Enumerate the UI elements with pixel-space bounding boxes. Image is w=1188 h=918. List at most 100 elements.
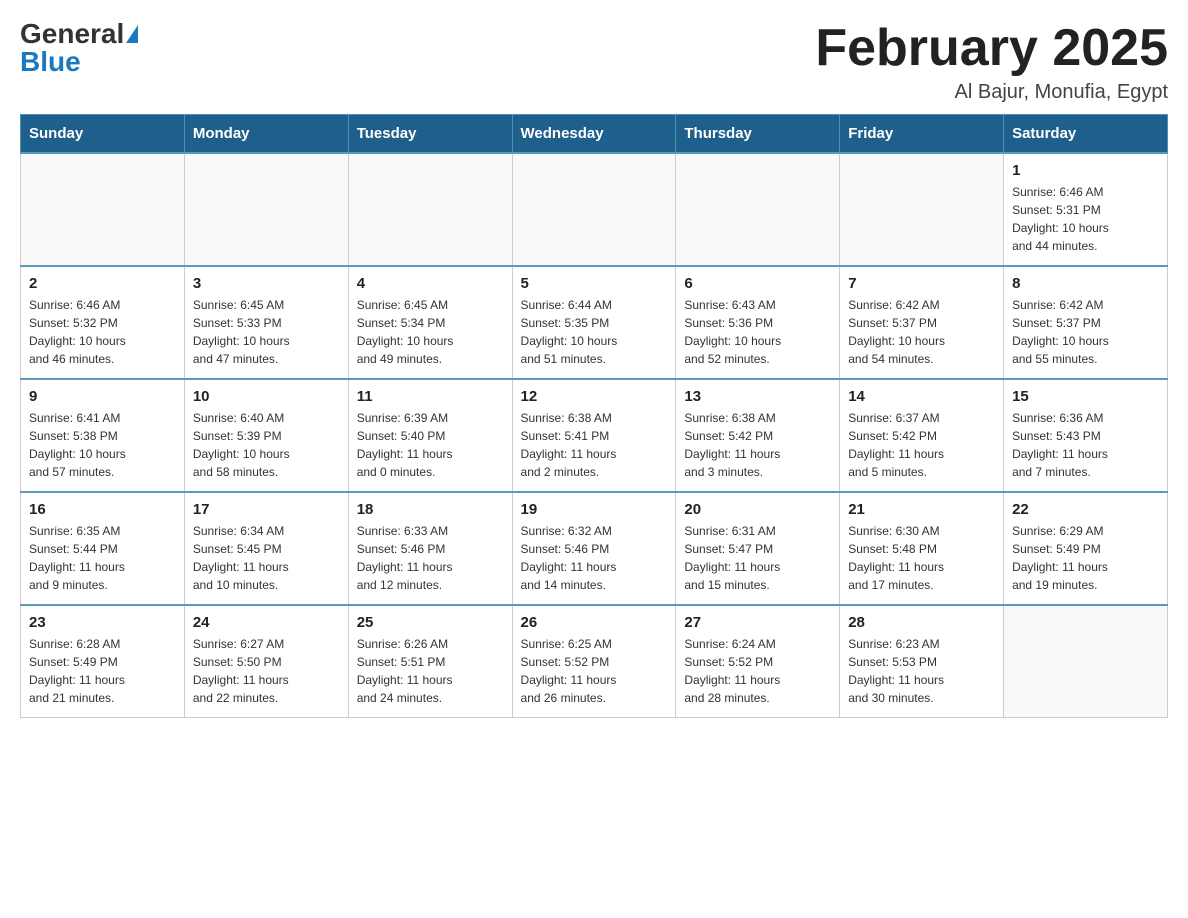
title-section: February 2025 Al Bajur, Monufia, Egypt [815, 20, 1168, 104]
day-info: Sunrise: 6:32 AM Sunset: 5:46 PM Dayligh… [521, 522, 668, 594]
day-number: 22 [1012, 501, 1159, 518]
calendar-cell: 16 Sunrise: 6:35 AM Sunset: 5:44 PM Dayli… [21, 492, 185, 605]
calendar-cell: 10 Sunrise: 6:40 AM Sunset: 5:39 PM Dayli… [184, 379, 348, 492]
day-info: Sunrise: 6:34 AM Sunset: 5:45 PM Dayligh… [193, 522, 340, 594]
day-info: Sunrise: 6:42 AM Sunset: 5:37 PM Dayligh… [848, 296, 995, 368]
calendar-cell [184, 153, 348, 266]
day-header-saturday: Saturday [1004, 115, 1168, 154]
day-header-wednesday: Wednesday [512, 115, 676, 154]
day-number: 13 [684, 388, 831, 405]
calendar-cell [21, 153, 185, 266]
logo-general-text: General [20, 20, 124, 48]
day-info: Sunrise: 6:27 AM Sunset: 5:50 PM Dayligh… [193, 635, 340, 707]
day-header-friday: Friday [840, 115, 1004, 154]
calendar-cell: 19 Sunrise: 6:32 AM Sunset: 5:46 PM Dayli… [512, 492, 676, 605]
day-number: 28 [848, 614, 995, 631]
day-number: 5 [521, 275, 668, 292]
calendar-cell: 17 Sunrise: 6:34 AM Sunset: 5:45 PM Dayli… [184, 492, 348, 605]
day-number: 12 [521, 388, 668, 405]
day-info: Sunrise: 6:31 AM Sunset: 5:47 PM Dayligh… [684, 522, 831, 594]
day-number: 11 [357, 388, 504, 405]
calendar-cell: 9Sunrise: 6:41 AM Sunset: 5:38 PM Daylig… [21, 379, 185, 492]
day-number: 18 [357, 501, 504, 518]
logo: General Blue [20, 20, 138, 76]
page-header: General Blue February 2025 Al Bajur, Mon… [20, 20, 1168, 104]
day-header-thursday: Thursday [676, 115, 840, 154]
day-info: Sunrise: 6:46 AM Sunset: 5:32 PM Dayligh… [29, 296, 176, 368]
day-number: 25 [357, 614, 504, 631]
day-number: 19 [521, 501, 668, 518]
calendar-cell: 26 Sunrise: 6:25 AM Sunset: 5:52 PM Dayli… [512, 605, 676, 718]
day-info: Sunrise: 6:45 AM Sunset: 5:34 PM Dayligh… [357, 296, 504, 368]
calendar-cell [676, 153, 840, 266]
day-header-sunday: Sunday [21, 115, 185, 154]
logo-blue-text: Blue [20, 46, 81, 77]
day-number: 21 [848, 501, 995, 518]
day-info: Sunrise: 6:44 AM Sunset: 5:35 PM Dayligh… [521, 296, 668, 368]
calendar-cell: 8 Sunrise: 6:42 AM Sunset: 5:37 PM Daylig… [1004, 266, 1168, 379]
day-info: Sunrise: 6:23 AM Sunset: 5:53 PM Dayligh… [848, 635, 995, 707]
calendar-cell: 27 Sunrise: 6:24 AM Sunset: 5:52 PM Dayli… [676, 605, 840, 718]
calendar-cell: 22 Sunrise: 6:29 AM Sunset: 5:49 PM Dayli… [1004, 492, 1168, 605]
calendar-cell: 18 Sunrise: 6:33 AM Sunset: 5:46 PM Dayli… [348, 492, 512, 605]
calendar-table: SundayMondayTuesdayWednesdayThursdayFrid… [20, 114, 1168, 718]
calendar-cell: 12 Sunrise: 6:38 AM Sunset: 5:41 PM Dayli… [512, 379, 676, 492]
day-info: Sunrise: 6:24 AM Sunset: 5:52 PM Dayligh… [684, 635, 831, 707]
day-number: 10 [193, 388, 340, 405]
day-header-tuesday: Tuesday [348, 115, 512, 154]
day-number: 17 [193, 501, 340, 518]
calendar-cell [348, 153, 512, 266]
day-info: Sunrise: 6:38 AM Sunset: 5:42 PM Dayligh… [684, 409, 831, 481]
day-info: Sunrise: 6:33 AM Sunset: 5:46 PM Dayligh… [357, 522, 504, 594]
calendar-cell: 25Sunrise: 6:26 AM Sunset: 5:51 PM Dayli… [348, 605, 512, 718]
day-info: Sunrise: 6:38 AM Sunset: 5:41 PM Dayligh… [521, 409, 668, 481]
logo-triangle-icon [126, 25, 138, 43]
day-info: Sunrise: 6:46 AM Sunset: 5:31 PM Dayligh… [1012, 183, 1159, 255]
week-row-2: 2 Sunrise: 6:46 AM Sunset: 5:32 PM Daylig… [21, 266, 1168, 379]
day-info: Sunrise: 6:28 AM Sunset: 5:49 PM Dayligh… [29, 635, 176, 707]
day-info: Sunrise: 6:40 AM Sunset: 5:39 PM Dayligh… [193, 409, 340, 481]
day-info: Sunrise: 6:42 AM Sunset: 5:37 PM Dayligh… [1012, 296, 1159, 368]
day-number: 14 [848, 388, 995, 405]
calendar-header-row: SundayMondayTuesdayWednesdayThursdayFrid… [21, 115, 1168, 154]
day-info: Sunrise: 6:29 AM Sunset: 5:49 PM Dayligh… [1012, 522, 1159, 594]
calendar-cell [840, 153, 1004, 266]
calendar-cell: 2 Sunrise: 6:46 AM Sunset: 5:32 PM Daylig… [21, 266, 185, 379]
calendar-cell: 11Sunrise: 6:39 AM Sunset: 5:40 PM Dayli… [348, 379, 512, 492]
week-row-3: 9Sunrise: 6:41 AM Sunset: 5:38 PM Daylig… [21, 379, 1168, 492]
calendar-cell: 3Sunrise: 6:45 AM Sunset: 5:33 PM Daylig… [184, 266, 348, 379]
day-number: 16 [29, 501, 176, 518]
calendar-cell: 20 Sunrise: 6:31 AM Sunset: 5:47 PM Dayli… [676, 492, 840, 605]
calendar-title: February 2025 [815, 20, 1168, 77]
day-number: 2 [29, 275, 176, 292]
calendar-cell: 1 Sunrise: 6:46 AM Sunset: 5:31 PM Daylig… [1004, 153, 1168, 266]
day-info: Sunrise: 6:36 AM Sunset: 5:43 PM Dayligh… [1012, 409, 1159, 481]
day-number: 9 [29, 388, 176, 405]
calendar-cell: 21 Sunrise: 6:30 AM Sunset: 5:48 PM Dayli… [840, 492, 1004, 605]
day-info: Sunrise: 6:35 AM Sunset: 5:44 PM Dayligh… [29, 522, 176, 594]
calendar-cell: 5 Sunrise: 6:44 AM Sunset: 5:35 PM Daylig… [512, 266, 676, 379]
day-info: Sunrise: 6:25 AM Sunset: 5:52 PM Dayligh… [521, 635, 668, 707]
day-info: Sunrise: 6:43 AM Sunset: 5:36 PM Dayligh… [684, 296, 831, 368]
day-number: 23 [29, 614, 176, 631]
day-number: 27 [684, 614, 831, 631]
day-info: Sunrise: 6:45 AM Sunset: 5:33 PM Dayligh… [193, 296, 340, 368]
calendar-cell: 28 Sunrise: 6:23 AM Sunset: 5:53 PM Dayli… [840, 605, 1004, 718]
day-number: 20 [684, 501, 831, 518]
week-row-5: 23 Sunrise: 6:28 AM Sunset: 5:49 PM Dayli… [21, 605, 1168, 718]
calendar-cell: 24 Sunrise: 6:27 AM Sunset: 5:50 PM Dayli… [184, 605, 348, 718]
day-info: Sunrise: 6:30 AM Sunset: 5:48 PM Dayligh… [848, 522, 995, 594]
day-number: 4 [357, 275, 504, 292]
calendar-cell [1004, 605, 1168, 718]
day-number: 24 [193, 614, 340, 631]
calendar-cell: 7 Sunrise: 6:42 AM Sunset: 5:37 PM Daylig… [840, 266, 1004, 379]
day-number: 26 [521, 614, 668, 631]
calendar-cell: 14Sunrise: 6:37 AM Sunset: 5:42 PM Dayli… [840, 379, 1004, 492]
calendar-cell: 13 Sunrise: 6:38 AM Sunset: 5:42 PM Dayli… [676, 379, 840, 492]
calendar-cell: 23 Sunrise: 6:28 AM Sunset: 5:49 PM Dayli… [21, 605, 185, 718]
calendar-cell: 15Sunrise: 6:36 AM Sunset: 5:43 PM Dayli… [1004, 379, 1168, 492]
day-number: 1 [1012, 162, 1159, 179]
day-number: 7 [848, 275, 995, 292]
calendar-cell: 4 Sunrise: 6:45 AM Sunset: 5:34 PM Daylig… [348, 266, 512, 379]
day-number: 8 [1012, 275, 1159, 292]
